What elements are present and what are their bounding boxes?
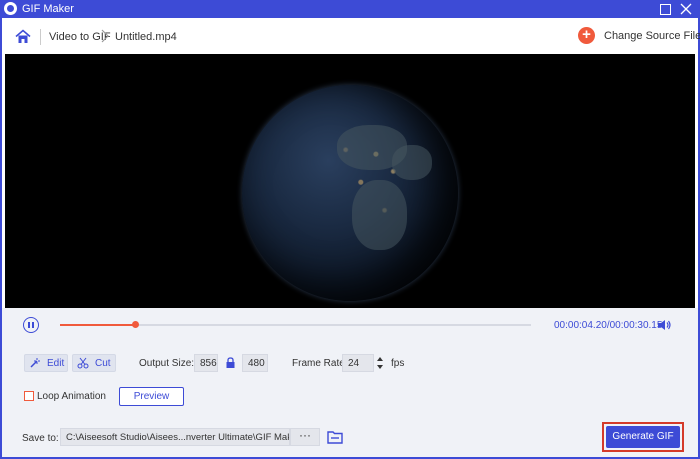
lock-icon[interactable]	[226, 357, 235, 368]
close-icon[interactable]	[679, 2, 693, 16]
app-logo-icon	[4, 2, 17, 15]
cut-label: Cut	[95, 358, 111, 369]
generate-gif-button[interactable]: Generate GIF	[606, 426, 680, 448]
edit-label: Edit	[47, 358, 65, 369]
open-folder-icon[interactable]	[327, 430, 343, 444]
loop-animation-checkbox[interactable]	[24, 391, 34, 401]
chevron-right-icon	[100, 29, 110, 43]
save-path-field[interactable]: C:\Aiseesoft Studio\Aisees...nverter Ult…	[60, 428, 290, 446]
home-icon[interactable]	[15, 29, 31, 44]
output-height-input[interactable]: 480	[242, 354, 268, 372]
plus-icon: +	[578, 27, 595, 44]
browse-button[interactable]: ···	[290, 428, 320, 446]
frame-rate-input[interactable]: 24	[342, 354, 374, 372]
change-source-label: Change Source File	[604, 30, 700, 42]
edit-button[interactable]: Edit	[24, 354, 68, 372]
toolbar: Video to GIF Untitled.mp4 + Change Sourc…	[2, 18, 700, 54]
cut-button[interactable]: Cut	[72, 354, 116, 372]
output-size-label: Output Size:	[139, 358, 195, 369]
maximize-icon[interactable]	[658, 2, 672, 16]
scissors-icon	[77, 357, 89, 369]
breadcrumb-file-name: Untitled.mp4	[115, 31, 177, 43]
timeline-handle[interactable]	[132, 321, 140, 328]
output-width-input[interactable]: 856	[194, 354, 218, 372]
volume-icon[interactable]	[657, 319, 671, 331]
preview-button[interactable]: Preview	[119, 387, 184, 406]
control-panel: 00:00:04.20/00:00:30.15 Edit Cut Output …	[2, 308, 698, 457]
toolbar-divider	[40, 29, 41, 45]
current-time: 00:00:04.20	[554, 320, 607, 331]
pause-button[interactable]	[23, 317, 39, 333]
timeline-progress	[60, 324, 136, 326]
save-to-label: Save to:	[22, 433, 59, 444]
fps-unit: fps	[391, 358, 405, 369]
window-title: GIF Maker	[22, 3, 74, 15]
magic-wand-icon	[30, 358, 40, 368]
title-bar: GIF Maker	[0, 0, 700, 18]
earth-video-frame	[242, 85, 458, 301]
frame-rate-label: Frame Rate:	[292, 358, 348, 369]
duration: /00:00:30.15	[606, 320, 663, 331]
time-readout: 00:00:04.20/00:00:30.15	[554, 320, 662, 331]
timeline-slider[interactable]	[60, 321, 531, 328]
loop-animation-label: Loop Animation	[37, 391, 106, 402]
video-preview	[5, 54, 695, 308]
frame-rate-stepper[interactable]	[374, 354, 386, 372]
